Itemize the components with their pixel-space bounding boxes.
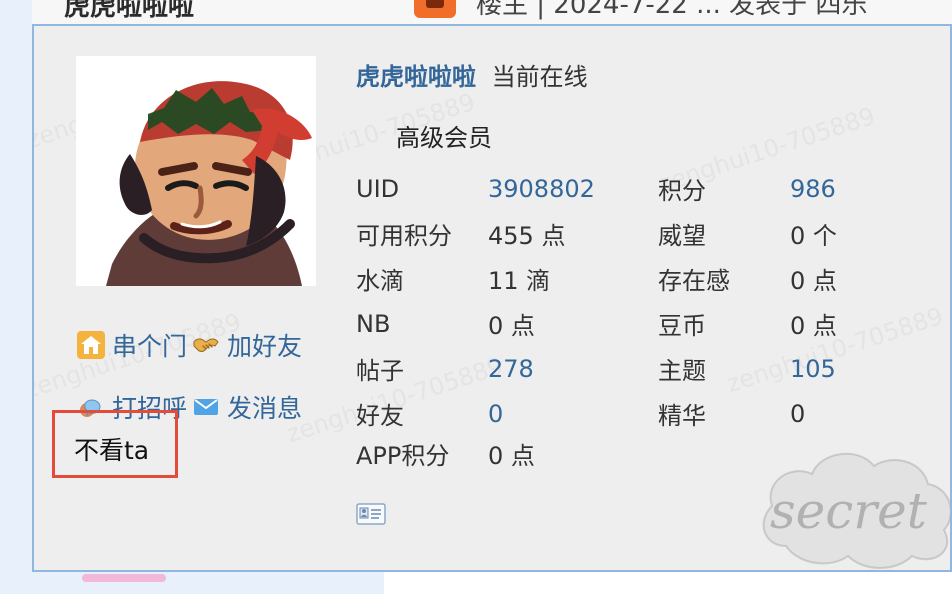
visit-label: 串个门 bbox=[112, 332, 188, 361]
app-points-label: APP积分 bbox=[356, 442, 450, 470]
fighter-avatar-image bbox=[76, 56, 316, 286]
handshake-icon bbox=[193, 338, 219, 352]
username-link[interactable]: 虎虎啦啦啦 bbox=[356, 63, 476, 91]
uid-link[interactable]: 3908802 bbox=[488, 175, 658, 203]
coins-value: 0 点 bbox=[790, 312, 837, 340]
action-row-primary: 串个门 加好友 bbox=[76, 328, 326, 362]
page: 虎虎啦啦啦 楼主 | 2024-7-22 ... 发表于 四乐 zenghui1… bbox=[0, 0, 952, 594]
nb-value: 0 点 bbox=[488, 312, 535, 340]
stat-label: 可用积分 bbox=[356, 222, 452, 250]
secret-stamp-text: secret bbox=[770, 482, 928, 540]
stat-label: NB bbox=[356, 309, 391, 338]
add-friend-label: 加好友 bbox=[227, 332, 303, 361]
add-friend-link[interactable]: 加好友 bbox=[191, 327, 302, 363]
member-level: 高级会员 bbox=[396, 124, 492, 152]
background-username: 虎虎啦啦啦 bbox=[64, 0, 195, 22]
house-icon bbox=[77, 331, 105, 359]
app-points-value: 0 点 bbox=[488, 442, 535, 470]
user-profile-popup: zenghui10-705889 zenghui10-705889 zenghu… bbox=[32, 24, 952, 572]
avatar[interactable] bbox=[76, 56, 316, 286]
ignore-link[interactable]: 不看ta bbox=[74, 431, 149, 467]
threads-link[interactable]: 105 bbox=[790, 355, 910, 383]
user-stats-grid: UID 3908802 积分 986 可用积分 455 点 威望 0 个 水滴 … bbox=[356, 166, 910, 436]
presence-value: 0 点 bbox=[790, 267, 837, 295]
stat-label: 帖子 bbox=[356, 357, 404, 385]
visit-link[interactable]: 串个门 bbox=[76, 327, 187, 363]
stat-label: 威望 bbox=[658, 222, 706, 250]
profile-card-icon[interactable] bbox=[356, 502, 386, 526]
floor-icon bbox=[414, 0, 456, 18]
profile-header: 虎虎啦啦啦 当前在线 bbox=[356, 62, 588, 92]
background-pill bbox=[82, 574, 166, 582]
stat-label: 积分 bbox=[658, 177, 706, 205]
available-points-value: 455 点 bbox=[488, 222, 566, 250]
water-drops-value: 11 滴 bbox=[488, 267, 551, 295]
stat-label: UID bbox=[356, 174, 400, 203]
stat-label: 精华 bbox=[658, 402, 706, 430]
cloud-stamp-icon: secret bbox=[762, 452, 950, 569]
stat-label: 水滴 bbox=[356, 267, 404, 295]
prestige-value: 0 个 bbox=[790, 222, 837, 250]
stat-label: 存在感 bbox=[658, 267, 730, 295]
posts-link[interactable]: 278 bbox=[488, 355, 658, 383]
friends-link[interactable]: 0 bbox=[488, 400, 658, 428]
stat-label: 豆币 bbox=[658, 312, 706, 340]
stat-label: 好友 bbox=[356, 402, 404, 430]
stat-label: 主题 bbox=[658, 357, 706, 385]
background-post-meta: 楼主 | 2024-7-22 ... 发表于 四乐 bbox=[476, 0, 868, 20]
points-link[interactable]: 986 bbox=[790, 175, 910, 203]
message-link[interactable]: 发消息 bbox=[191, 389, 302, 425]
message-label: 发消息 bbox=[227, 394, 303, 423]
digest-value: 0 bbox=[790, 399, 806, 428]
mail-icon bbox=[194, 399, 219, 415]
online-status: 当前在线 bbox=[491, 63, 588, 91]
